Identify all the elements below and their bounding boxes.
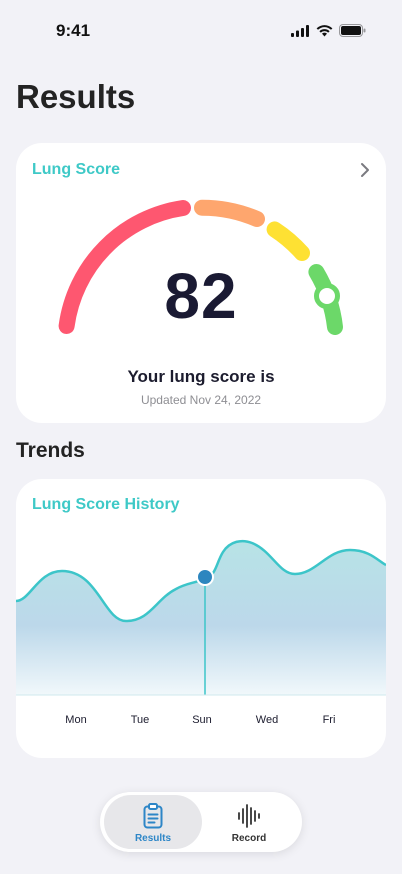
battery-icon bbox=[339, 24, 366, 37]
tab-record-label: Record bbox=[231, 833, 267, 844]
gauge-segment-orange bbox=[194, 199, 265, 227]
page-title: Results bbox=[16, 78, 136, 115]
clipboard-icon bbox=[104, 803, 202, 829]
day-label-sun: Sun bbox=[192, 714, 212, 726]
tab-results-label: Results bbox=[134, 833, 172, 844]
trends-section-title: Trends bbox=[16, 439, 85, 462]
tab-bar: Results Record bbox=[100, 792, 302, 852]
lung-score-history-card[interactable]: Lung Score History Mon Tue Sun Wed Fri bbox=[16, 479, 386, 758]
day-label-fri: Fri bbox=[322, 714, 336, 726]
day-label-mon: Mon bbox=[65, 714, 87, 726]
lung-score-card[interactable]: Lung Score 82 Your lung score is Updated… bbox=[16, 143, 386, 423]
lung-score-updated: Updated Nov 24, 2022 bbox=[140, 393, 262, 407]
lung-score-value: 82 bbox=[164, 260, 238, 332]
signal-icon bbox=[291, 24, 309, 37]
lung-score-caption: Your lung score is bbox=[127, 367, 275, 386]
status-icons bbox=[291, 24, 366, 37]
history-area bbox=[16, 541, 386, 695]
day-label-tue: Tue bbox=[130, 714, 150, 726]
tab-record[interactable]: Record bbox=[200, 795, 298, 849]
status-bar: 9:41 bbox=[0, 0, 402, 62]
gauge-segment-yellow bbox=[266, 221, 310, 261]
day-label-wed: Wed bbox=[255, 714, 279, 726]
selected-point-marker bbox=[196, 568, 214, 586]
status-time: 9:41 bbox=[56, 21, 91, 40]
tab-results[interactable]: Results bbox=[104, 795, 202, 849]
day-labels: Mon Tue Sun Wed Fri bbox=[16, 714, 386, 730]
wifi-icon bbox=[316, 24, 333, 36]
waveform-icon bbox=[200, 803, 298, 829]
